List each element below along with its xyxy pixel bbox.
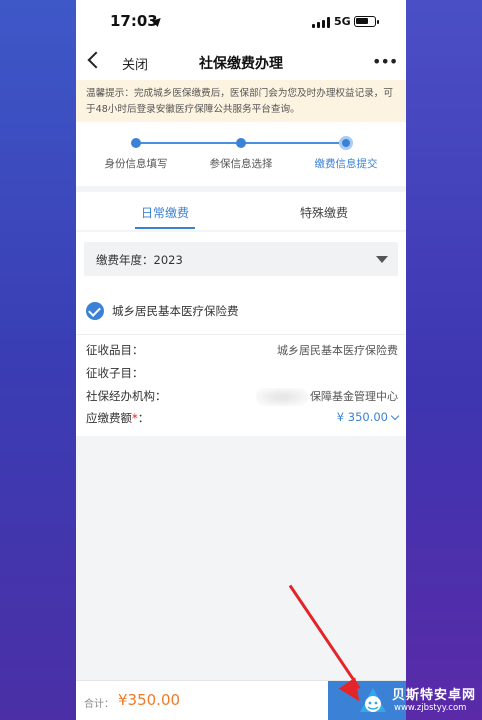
divider (76, 334, 406, 335)
progress-steps: 身份信息填写 参保信息选择 缴费信息提交 (76, 122, 406, 186)
background-right (406, 0, 482, 720)
network-label: 5G (334, 15, 351, 28)
amount-select[interactable]: ¥ 350.00 (336, 410, 400, 424)
step-dot-2 (236, 138, 246, 148)
step-label-payment: 缴费信息提交 (314, 158, 378, 170)
insurance-name: 城乡居民基本医疗保险费 (112, 304, 239, 318)
checkbox-icon[interactable] (86, 302, 104, 320)
amount-label: 应缴费额 (86, 411, 132, 425)
tab-special-payment[interactable]: 特殊缴费 (264, 204, 384, 221)
row-label: 社保经办机构： (86, 389, 167, 403)
row-value-agency: 保障基金管理中心 (256, 388, 398, 406)
dropdown-icon (376, 256, 388, 263)
step-dot-3 (339, 136, 353, 150)
battery-icon (354, 16, 379, 27)
watermark: 贝斯特安卓网 www.zjbstyy.com (354, 680, 482, 720)
year-value: 缴费年度：2023 (96, 253, 183, 267)
row-agency: 社保经办机构： 保障基金管理中心 (86, 388, 398, 408)
signal-icon (312, 17, 330, 28)
row-amount-due: 应缴费额*： ¥ 350.00 (86, 410, 400, 430)
watermark-url: www.zjbstyy.com (394, 703, 467, 713)
chevron-down-icon (390, 411, 400, 421)
total-value: ¥350.00 (118, 691, 181, 709)
notice-banner: 温馨提示：完成城乡医保缴费后，医保部门会为您及时办理权益记录，可于48小时后登录… (76, 80, 406, 122)
row-value: 城乡居民基本医疗保险费 (277, 344, 398, 357)
row-label: 征收子目： (86, 366, 144, 380)
year-select[interactable]: 缴费年度：2023 (84, 242, 398, 276)
tab-daily-payment[interactable]: 日常缴费 (105, 204, 225, 221)
step-dot-1 (131, 138, 141, 148)
android-logo-icon (360, 688, 386, 712)
background-left (0, 0, 76, 720)
tab-bar: 日常缴费 特殊缴费 (76, 192, 406, 230)
step-label-insurance: 参保信息选择 (209, 158, 273, 170)
status-bar: 17:03 ▲ 5G (76, 0, 406, 44)
more-icon[interactable]: ••• (372, 52, 398, 71)
phone-screen: 17:03 ▲ 5G 关闭 社保缴费办理 ••• 温馨提示：完成城乡医保缴费后，… (76, 0, 406, 720)
watermark-title: 贝斯特安卓网 (392, 688, 477, 703)
nav-bar: 关闭 社保缴费办理 ••• (76, 44, 406, 80)
row-collection-item: 征收品目： 城乡居民基本医疗保险费 (86, 342, 398, 362)
row-label: 征收品目： (86, 343, 144, 357)
payment-form: 缴费年度：2023 城乡居民基本医疗保险费 征收品目： 城乡居民基本医疗保险费 … (76, 232, 406, 436)
page-title: 社保缴费办理 (199, 56, 283, 72)
agency-name: 保障基金管理中心 (310, 390, 398, 403)
tab-underline (135, 227, 195, 229)
amount-colon: ： (137, 411, 150, 425)
amount-value: ¥ 350.00 (336, 410, 388, 424)
step-label-identity: 身份信息填写 (104, 158, 168, 170)
row-collection-subitem: 征收子目： (86, 365, 398, 385)
redacted-blur (256, 388, 308, 406)
row-label-amount: 应缴费额*： (86, 410, 149, 426)
total-label: 合计： (84, 699, 114, 710)
